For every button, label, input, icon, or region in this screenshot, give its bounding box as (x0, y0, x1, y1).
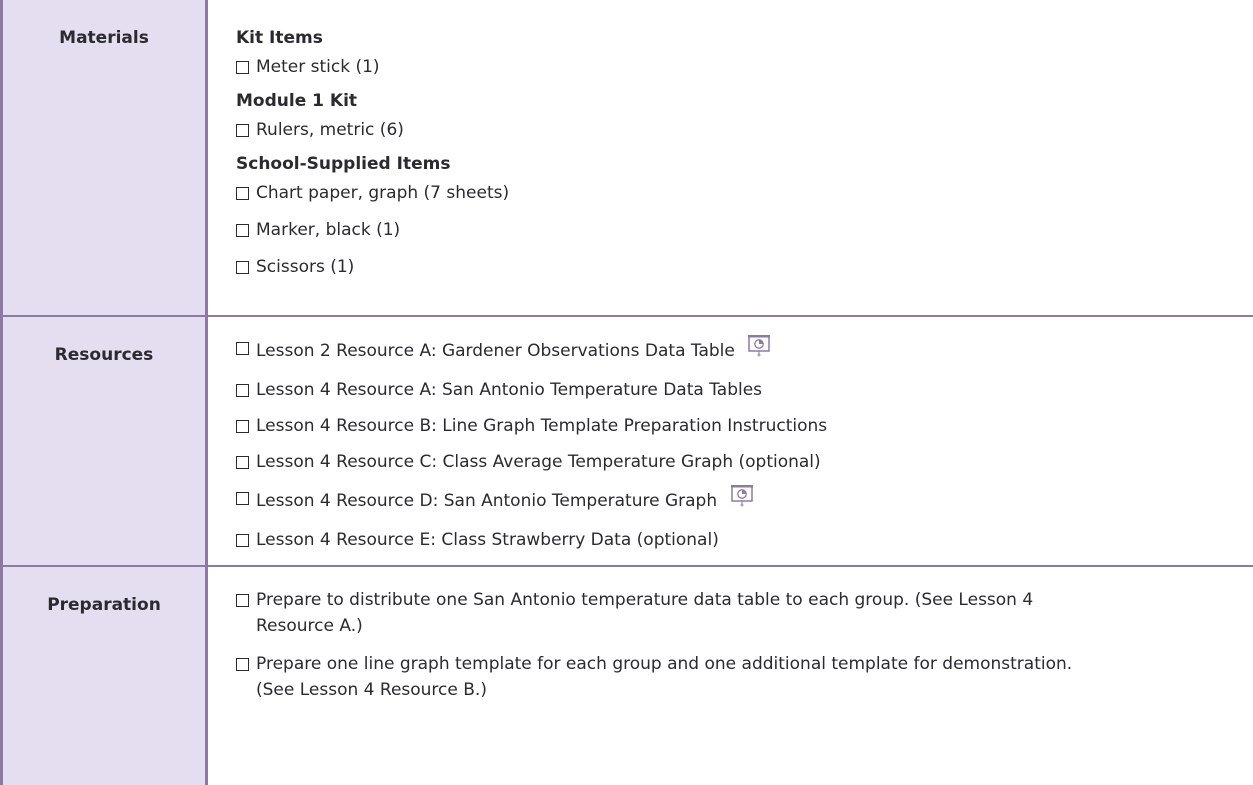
item-text: Lesson 4 Resource A: San Antonio Tempera… (256, 379, 762, 401)
resources-label: Resources (3, 317, 205, 365)
materials-content: Kit Items Meter stick (1) Module 1 Kit R… (207, 0, 1253, 316)
item-text: Lesson 4 Resource E: Class Strawberry Da… (256, 529, 719, 551)
resources-label-cell: Resources (2, 316, 207, 566)
checkbox[interactable] (236, 224, 249, 237)
material-group: Kit Items Meter stick (1) (236, 27, 1253, 78)
item-text: Rulers, metric (6) (256, 119, 404, 141)
projector-icon[interactable] (748, 335, 770, 363)
item-text: Meter stick (1) (256, 56, 380, 78)
item-text: Prepare to distribute one San Antonio te… (256, 587, 1086, 639)
preparation-label-cell: Preparation (2, 566, 207, 785)
preparation-content: Prepare to distribute one San Antonio te… (207, 566, 1253, 785)
resource-item: Lesson 4 Resource A: San Antonio Tempera… (236, 379, 1253, 401)
checkbox[interactable] (236, 534, 249, 547)
group-title: Module 1 Kit (236, 90, 1253, 112)
item-text: Lesson 4 Resource C: Class Average Tempe… (256, 451, 821, 473)
checkbox[interactable] (236, 61, 249, 74)
item-text: Lesson 4 Resource B: Line Graph Template… (256, 415, 827, 437)
checklist-item: Meter stick (1) (236, 56, 1253, 78)
materials-label-cell: Materials (2, 0, 207, 316)
material-group: Module 1 Kit Rulers, metric (6) (236, 90, 1253, 141)
checkbox[interactable] (236, 261, 249, 274)
checklist-item: Chart paper, graph (7 sheets) (236, 182, 1253, 204)
resources-row: Resources Lesson 2 Resource A: Gardener … (2, 316, 1253, 566)
checkbox[interactable] (236, 420, 249, 433)
group-title: Kit Items (236, 27, 1253, 49)
checkbox[interactable] (236, 492, 249, 505)
checklist-item: Marker, black (1) (236, 219, 1253, 241)
checkbox[interactable] (236, 124, 249, 137)
checkbox[interactable] (236, 342, 249, 355)
preparation-item: Prepare to distribute one San Antonio te… (236, 587, 1253, 639)
material-group: School-Supplied Items Chart paper, graph… (236, 153, 1253, 278)
resource-text: Lesson 4 Resource D: San Antonio Tempera… (256, 491, 717, 511)
materials-row: Materials Kit Items Meter stick (1) Modu… (2, 0, 1253, 316)
resource-text: Lesson 2 Resource A: Gardener Observatio… (256, 341, 735, 361)
preparation-label: Preparation (3, 567, 205, 615)
checkbox[interactable] (236, 187, 249, 200)
checkbox[interactable] (236, 594, 249, 607)
checkbox[interactable] (236, 384, 249, 397)
preparation-item: Prepare one line graph template for each… (236, 651, 1253, 703)
checklist-item: Rulers, metric (6) (236, 119, 1253, 141)
item-text: Lesson 2 Resource A: Gardener Observatio… (256, 337, 770, 365)
checklist-item: Scissors (1) (236, 256, 1253, 278)
item-text: Prepare one line graph template for each… (256, 651, 1086, 703)
item-text: Scissors (1) (256, 256, 354, 278)
group-title: School-Supplied Items (236, 153, 1253, 175)
item-text: Lesson 4 Resource D: San Antonio Tempera… (256, 487, 753, 515)
resource-item: Lesson 4 Resource B: Line Graph Template… (236, 415, 1253, 437)
projector-icon[interactable] (731, 485, 753, 513)
resource-item: Lesson 4 Resource C: Class Average Tempe… (236, 451, 1253, 473)
resource-item: Lesson 4 Resource E: Class Strawberry Da… (236, 529, 1253, 551)
preparation-row: Preparation Prepare to distribute one Sa… (2, 566, 1253, 785)
materials-resources-table: Materials Kit Items Meter stick (1) Modu… (0, 0, 1253, 785)
checkbox[interactable] (236, 658, 249, 671)
materials-label: Materials (3, 0, 205, 48)
resource-item: Lesson 4 Resource D: San Antonio Tempera… (236, 487, 1253, 515)
checkbox[interactable] (236, 456, 249, 469)
resources-content: Lesson 2 Resource A: Gardener Observatio… (207, 316, 1253, 566)
item-text: Marker, black (1) (256, 219, 400, 241)
item-text: Chart paper, graph (7 sheets) (256, 182, 509, 204)
resource-item: Lesson 2 Resource A: Gardener Observatio… (236, 337, 1253, 365)
